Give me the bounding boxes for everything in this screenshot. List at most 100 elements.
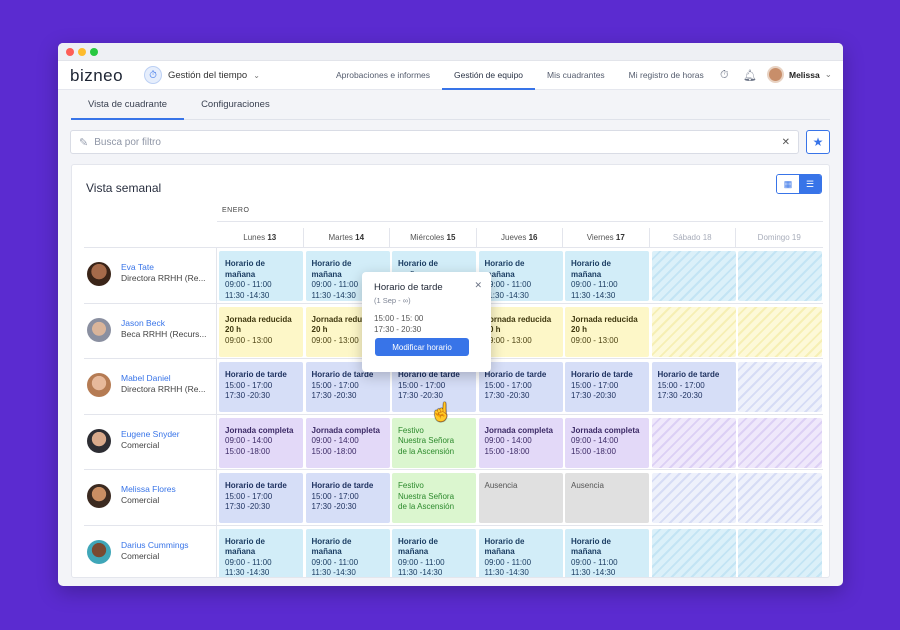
nav-approvals-reports[interactable]: Aprobaciones e informes (324, 61, 442, 90)
employee-info[interactable]: Eugene Snyder Comercial (84, 414, 217, 470)
holiday-cell[interactable]: Festivo Nuestra Señora de la Ascensión (392, 417, 476, 468)
employee-role: Directora RRHH (Re... (121, 384, 206, 394)
empty-weekend-cell[interactable] (651, 528, 736, 577)
modify-schedule-button[interactable]: Modificar horario (375, 338, 469, 356)
shift-cell[interactable]: Horario de tarde 15:00 - 17:00 17:30 -20:3… (219, 473, 303, 523)
view-toggle: ▦ ☰ (776, 174, 822, 194)
bizneo-logo[interactable]: bizneo (70, 66, 123, 86)
nav-my-time-log[interactable]: Mi registro de horas (617, 61, 716, 90)
employee-role: Comercial (121, 439, 160, 450)
minimize-window-button[interactable] (78, 48, 86, 56)
favorite-filter-button[interactable]: ★ (806, 130, 830, 154)
employee-row: Darius Cummings Comercial Horario de mañ… (84, 524, 823, 577)
employee-row: Eugene Snyder Comercial Jornada completa… (84, 413, 823, 470)
calendar-icon: ▦ (783, 178, 793, 189)
empty-weekend-cell[interactable] (738, 528, 822, 577)
shift-cell[interactable]: Jornada reducida20 h09:00 - 13:00 (478, 306, 563, 357)
shift-cell[interactable]: Horario de tarde 15:00 - 17:00 17:30 -20:3… (565, 362, 649, 412)
day-header: Martes 14 (304, 228, 390, 247)
tab-settings[interactable]: Configuraciones (184, 91, 287, 119)
empty-weekend-cell[interactable] (738, 362, 822, 412)
avatar (87, 262, 111, 286)
clear-search-icon[interactable]: ✕ (782, 137, 790, 148)
empty-weekend-cell[interactable] (738, 251, 822, 301)
holiday-cell[interactable]: Festivo Nuestra Señora de la Ascensión (392, 473, 476, 523)
employee-name[interactable]: Jason Beck (121, 318, 165, 328)
shift-cell[interactable]: Horario de tarde 15:00 - 17:00 17:30 -20:3… (651, 362, 736, 412)
shift-cell[interactable]: Jornada reducida20 h09:00 - 13:00 (565, 306, 649, 357)
employee-name[interactable]: Darius Cummings (121, 540, 189, 550)
shift-cell[interactable]: Horario de mañana09:00 - 11:0011:30 -14:… (305, 528, 390, 577)
shift-cell[interactable]: Horario de mañana09:00 - 11:0011:30 -14:… (478, 528, 563, 577)
employee-name[interactable]: Eugene Snyder (121, 429, 180, 439)
employee-info[interactable]: Eva Tate Directora RRHH (Re... (84, 248, 217, 303)
tab-schedule-view[interactable]: Vista de cuadrante (71, 91, 185, 120)
avatar (87, 317, 111, 342)
close-icon[interactable]: ✕ (474, 280, 482, 291)
empty-weekend-cell[interactable] (738, 417, 822, 468)
empty-weekend-cell[interactable] (738, 473, 822, 523)
shift-cell[interactable]: Horario de mañana09:00 - 11:0011:30 -14:… (392, 528, 476, 577)
search-placeholder: Busca por filtro (94, 136, 161, 148)
list-view-button[interactable]: ☰ (799, 175, 821, 193)
empty-weekend-cell[interactable] (738, 306, 822, 357)
list-icon: ☰ (805, 178, 815, 189)
user-name: Melissa (789, 69, 820, 80)
shift-cell[interactable]: Jornada completa 09:00 - 14:00 15:00 -18:0… (219, 417, 303, 468)
search-input[interactable]: ✎ Busca por filtro ✕ (70, 130, 799, 154)
shift-cell[interactable]: Horario de mañana09:00 - 11:0011:30 -14:… (219, 251, 303, 301)
employee-name[interactable]: Melissa Flores (121, 484, 176, 494)
absence-cell[interactable]: Ausencia (565, 473, 649, 523)
calendar-view-button[interactable]: ▦ (777, 175, 799, 193)
employee-info[interactable]: Jason Beck Beca RRHH (Recurs... (84, 303, 217, 359)
hand-pointer-icon: ☝ (430, 402, 453, 422)
employee-row: Melissa Flores Comercial Horario de tard… (84, 469, 823, 525)
timer-icon[interactable]: ⏱ (720, 69, 729, 82)
bell-icon[interactable]: 🔔︎ (743, 69, 757, 82)
window-titlebar (58, 43, 843, 61)
stopwatch-icon: ⏱ (144, 66, 162, 84)
employee-role: Directora RRHH (Re... (121, 273, 206, 283)
shift-cell[interactable]: Horario de tarde 15:00 - 17:00 17:30 -20:3… (305, 473, 390, 523)
magic-wand-icon: ✎ (79, 136, 89, 149)
day-headers: Lunes 13 Martes 14 Miércoles 15 Jueves 1… (217, 221, 823, 247)
empty-weekend-cell[interactable] (651, 251, 736, 301)
empty-weekend-cell[interactable] (651, 306, 736, 357)
shift-cell[interactable]: Jornada completa 09:00 - 14:00 15:00 -18:0… (305, 417, 390, 468)
shift-popover: Horario de tarde (1 Sep - ∞) 15:00 - 15:… (362, 272, 491, 372)
shift-cell[interactable]: Horario de tarde 15:00 - 17:00 17:30 -20:3… (478, 362, 563, 412)
shift-cell[interactable]: Horario de mañana09:00 - 11:0011:30 -14:… (219, 528, 303, 577)
maximize-window-button[interactable] (90, 48, 98, 56)
empty-weekend-cell[interactable] (651, 473, 736, 523)
shift-cell[interactable]: Jornada completa 09:00 - 14:00 15:00 -18:0… (565, 417, 649, 468)
shift-cell[interactable]: Horario de mañana09:00 - 11:0011:30 -14:… (565, 251, 649, 301)
shift-cell[interactable]: Horario de tarde 15:00 - 17:00 17:30 -20:3… (219, 362, 303, 412)
day-header: Miércoles 15 (390, 228, 477, 247)
avatar (87, 484, 111, 508)
day-header: Jueves 16 (477, 228, 563, 247)
absence-cell[interactable]: Ausencia (478, 473, 563, 523)
module-selector[interactable]: ⏱ Gestión del tiempo ⌄ (144, 66, 260, 84)
user-menu[interactable]: Melissa ⌄ (767, 66, 832, 83)
employee-role: Beca RRHH (Recurs... (121, 328, 207, 339)
employee-name[interactable]: Eva Tate (121, 262, 154, 272)
shift-cell[interactable]: Horario de mañana09:00 - 11:0011:30 -14:… (478, 251, 563, 301)
avatar (87, 428, 111, 453)
employee-name[interactable]: Mabel Daniel (121, 373, 171, 383)
employee-info[interactable]: Melissa Flores Comercial (84, 470, 217, 525)
employee-info[interactable]: Darius Cummings Comercial (84, 525, 217, 577)
day-header: Sábado 18 (650, 228, 736, 247)
employee-role: Comercial (121, 495, 160, 505)
close-window-button[interactable] (66, 48, 74, 56)
shift-cell[interactable]: Jornada completa 09:00 - 14:00 15:00 -18:0… (478, 417, 563, 468)
shift-cell[interactable]: Horario de mañana09:00 - 11:0011:30 -14:… (565, 528, 649, 577)
chevron-down-icon: ⌄ (253, 70, 260, 80)
employee-info[interactable]: Mabel Daniel Directora RRHH (Re... (84, 359, 217, 414)
nav-team-management[interactable]: Gestión de equipo (442, 61, 536, 90)
shift-cell[interactable]: Jornada reducida20 h09:00 - 13:00 (219, 306, 303, 357)
avatar (87, 539, 111, 564)
empty-weekend-cell[interactable] (651, 417, 736, 468)
star-icon: ★ (812, 135, 824, 149)
page-title: Vista semanal (86, 181, 162, 195)
nav-my-schedules[interactable]: Mis cuadrantes (535, 61, 617, 90)
